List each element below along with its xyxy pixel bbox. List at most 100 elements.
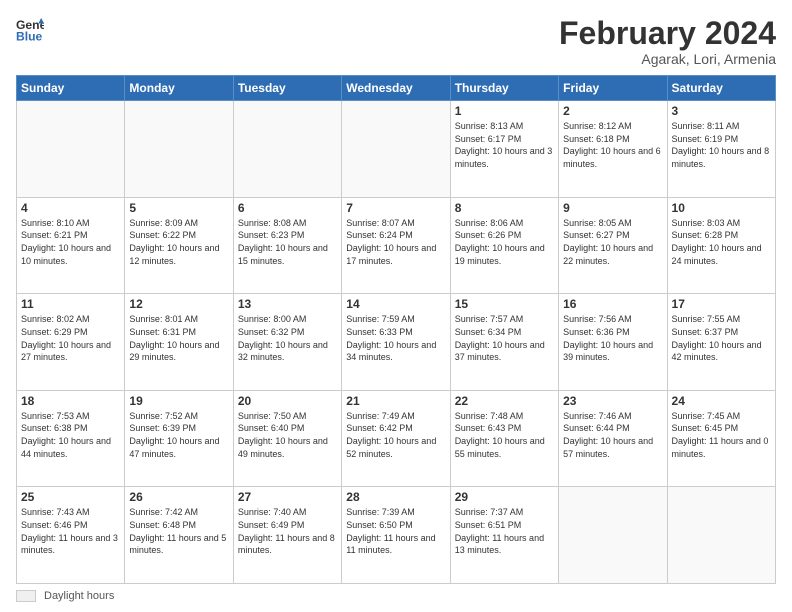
calendar-cell: 9 Sunrise: 8:05 AM Sunset: 6:27 PM Daylig… [559,197,667,294]
calendar-cell: 10 Sunrise: 8:03 AM Sunset: 6:28 PM Dayli… [667,197,775,294]
day-header: Sunday [17,76,125,101]
day-info: Sunrise: 7:56 AM Sunset: 6:36 PM Dayligh… [563,313,662,363]
week-row: 25 Sunrise: 7:43 AM Sunset: 6:46 PM Dayli… [17,487,776,584]
calendar-cell: 14 Sunrise: 7:59 AM Sunset: 6:33 PM Dayli… [342,294,450,391]
day-header: Tuesday [233,76,341,101]
day-number: 24 [672,394,771,408]
week-row: 4Sunrise: 8:10 AM Sunset: 6:21 PM Daylig… [17,197,776,294]
calendar-cell: 21 Sunrise: 7:49 AM Sunset: 6:42 PM Dayli… [342,390,450,487]
day-number: 25 [21,490,120,504]
day-number: 6 [238,201,337,215]
day-number: 15 [455,297,554,311]
calendar-cell: 25 Sunrise: 7:43 AM Sunset: 6:46 PM Dayli… [17,487,125,584]
calendar-cell: 18 Sunrise: 7:53 AM Sunset: 6:38 PM Dayli… [17,390,125,487]
day-number: 21 [346,394,445,408]
calendar-cell: 7 Sunrise: 8:07 AM Sunset: 6:24 PM Daylig… [342,197,450,294]
day-info: Sunrise: 7:39 AM Sunset: 6:50 PM Dayligh… [346,506,445,556]
day-number: 8 [455,201,554,215]
calendar-cell [667,487,775,584]
day-info: Sunrise: 8:11 AM Sunset: 6:19 PM Dayligh… [672,120,771,170]
day-info: Sunrise: 7:40 AM Sunset: 6:49 PM Dayligh… [238,506,337,556]
day-info: Sunrise: 8:07 AM Sunset: 6:24 PM Dayligh… [346,217,445,267]
calendar-cell: 2 Sunrise: 8:12 AM Sunset: 6:18 PM Daylig… [559,101,667,198]
day-number: 16 [563,297,662,311]
title-block: February 2024 Agarak, Lori, Armenia [559,16,776,67]
day-number: 2 [563,104,662,118]
day-info: Sunrise: 8:12 AM Sunset: 6:18 PM Dayligh… [563,120,662,170]
calendar-cell [342,101,450,198]
day-info: Sunrise: 8:00 AM Sunset: 6:32 PM Dayligh… [238,313,337,363]
day-number: 3 [672,104,771,118]
day-number: 5 [129,201,228,215]
day-number: 12 [129,297,228,311]
calendar-cell: 19 Sunrise: 7:52 AM Sunset: 6:39 PM Dayli… [125,390,233,487]
day-info: Sunrise: 8:01 AM Sunset: 6:31 PM Dayligh… [129,313,228,363]
calendar-cell: 11Sunrise: 8:02 AM Sunset: 6:29 PM Dayli… [17,294,125,391]
day-info: Sunrise: 7:50 AM Sunset: 6:40 PM Dayligh… [238,410,337,460]
day-number: 7 [346,201,445,215]
day-info: Sunrise: 7:59 AM Sunset: 6:33 PM Dayligh… [346,313,445,363]
day-header: Friday [559,76,667,101]
month-title: February 2024 [559,16,776,51]
day-info: Sunrise: 7:49 AM Sunset: 6:42 PM Dayligh… [346,410,445,460]
week-row: 18 Sunrise: 7:53 AM Sunset: 6:38 PM Dayli… [17,390,776,487]
day-info: Sunrise: 8:13 AM Sunset: 6:17 PM Dayligh… [455,120,554,170]
calendar-cell: 27 Sunrise: 7:40 AM Sunset: 6:49 PM Dayli… [233,487,341,584]
day-info: Sunrise: 8:08 AM Sunset: 6:23 PM Dayligh… [238,217,337,267]
day-info: Sunrise: 7:55 AM Sunset: 6:37 PM Dayligh… [672,313,771,363]
header: General Blue February 2024 Agarak, Lori,… [16,16,776,67]
day-info: Sunrise: 8:06 AM Sunset: 6:26 PM Dayligh… [455,217,554,267]
day-number: 29 [455,490,554,504]
calendar-cell: 17Sunrise: 7:55 AM Sunset: 6:37 PM Dayli… [667,294,775,391]
day-info: Sunrise: 7:48 AM Sunset: 6:43 PM Dayligh… [455,410,554,460]
calendar-cell [233,101,341,198]
day-info: Sunrise: 7:45 AM Sunset: 6:45 PM Dayligh… [672,410,771,460]
calendar-cell: 8 Sunrise: 8:06 AM Sunset: 6:26 PM Daylig… [450,197,558,294]
day-info: Sunrise: 8:09 AM Sunset: 6:22 PM Dayligh… [129,217,228,267]
day-info: Sunrise: 7:43 AM Sunset: 6:46 PM Dayligh… [21,506,120,556]
calendar-cell: 28 Sunrise: 7:39 AM Sunset: 6:50 PM Dayli… [342,487,450,584]
calendar-cell: 12 Sunrise: 8:01 AM Sunset: 6:31 PM Dayli… [125,294,233,391]
svg-text:Blue: Blue [16,29,43,43]
legend: Daylight hours [16,590,776,602]
day-info: Sunrise: 7:52 AM Sunset: 6:39 PM Dayligh… [129,410,228,460]
calendar-cell: 20Sunrise: 7:50 AM Sunset: 6:40 PM Dayli… [233,390,341,487]
calendar-cell [17,101,125,198]
legend-box [16,590,36,602]
day-info: Sunrise: 8:03 AM Sunset: 6:28 PM Dayligh… [672,217,771,267]
logo: General Blue [16,16,44,44]
calendar-cell [559,487,667,584]
calendar-cell: 5 Sunrise: 8:09 AM Sunset: 6:22 PM Daylig… [125,197,233,294]
day-number: 4 [21,201,120,215]
day-info: Sunrise: 7:37 AM Sunset: 6:51 PM Dayligh… [455,506,554,556]
day-number: 18 [21,394,120,408]
day-header: Monday [125,76,233,101]
day-number: 10 [672,201,771,215]
calendar-cell: 13 Sunrise: 8:00 AM Sunset: 6:32 PM Dayli… [233,294,341,391]
day-number: 28 [346,490,445,504]
calendar-cell: 15 Sunrise: 7:57 AM Sunset: 6:34 PM Dayli… [450,294,558,391]
day-number: 13 [238,297,337,311]
calendar-cell: 4Sunrise: 8:10 AM Sunset: 6:21 PM Daylig… [17,197,125,294]
header-row: SundayMondayTuesdayWednesdayThursdayFrid… [17,76,776,101]
day-number: 23 [563,394,662,408]
day-info: Sunrise: 8:05 AM Sunset: 6:27 PM Dayligh… [563,217,662,267]
calendar-table: SundayMondayTuesdayWednesdayThursdayFrid… [16,75,776,584]
day-info: Sunrise: 7:57 AM Sunset: 6:34 PM Dayligh… [455,313,554,363]
day-number: 27 [238,490,337,504]
calendar-cell: 6 Sunrise: 8:08 AM Sunset: 6:23 PM Daylig… [233,197,341,294]
calendar-cell: 22Sunrise: 7:48 AM Sunset: 6:43 PM Dayli… [450,390,558,487]
calendar-cell: 26Sunrise: 7:42 AM Sunset: 6:48 PM Dayli… [125,487,233,584]
day-number: 26 [129,490,228,504]
day-number: 9 [563,201,662,215]
day-info: Sunrise: 7:46 AM Sunset: 6:44 PM Dayligh… [563,410,662,460]
day-info: Sunrise: 7:53 AM Sunset: 6:38 PM Dayligh… [21,410,120,460]
calendar-cell: 23 Sunrise: 7:46 AM Sunset: 6:44 PM Dayli… [559,390,667,487]
legend-label: Daylight hours [44,590,114,602]
day-number: 11 [21,297,120,311]
calendar-cell: 1Sunrise: 8:13 AM Sunset: 6:17 PM Daylig… [450,101,558,198]
week-row: 1Sunrise: 8:13 AM Sunset: 6:17 PM Daylig… [17,101,776,198]
day-number: 14 [346,297,445,311]
day-header: Wednesday [342,76,450,101]
day-number: 19 [129,394,228,408]
